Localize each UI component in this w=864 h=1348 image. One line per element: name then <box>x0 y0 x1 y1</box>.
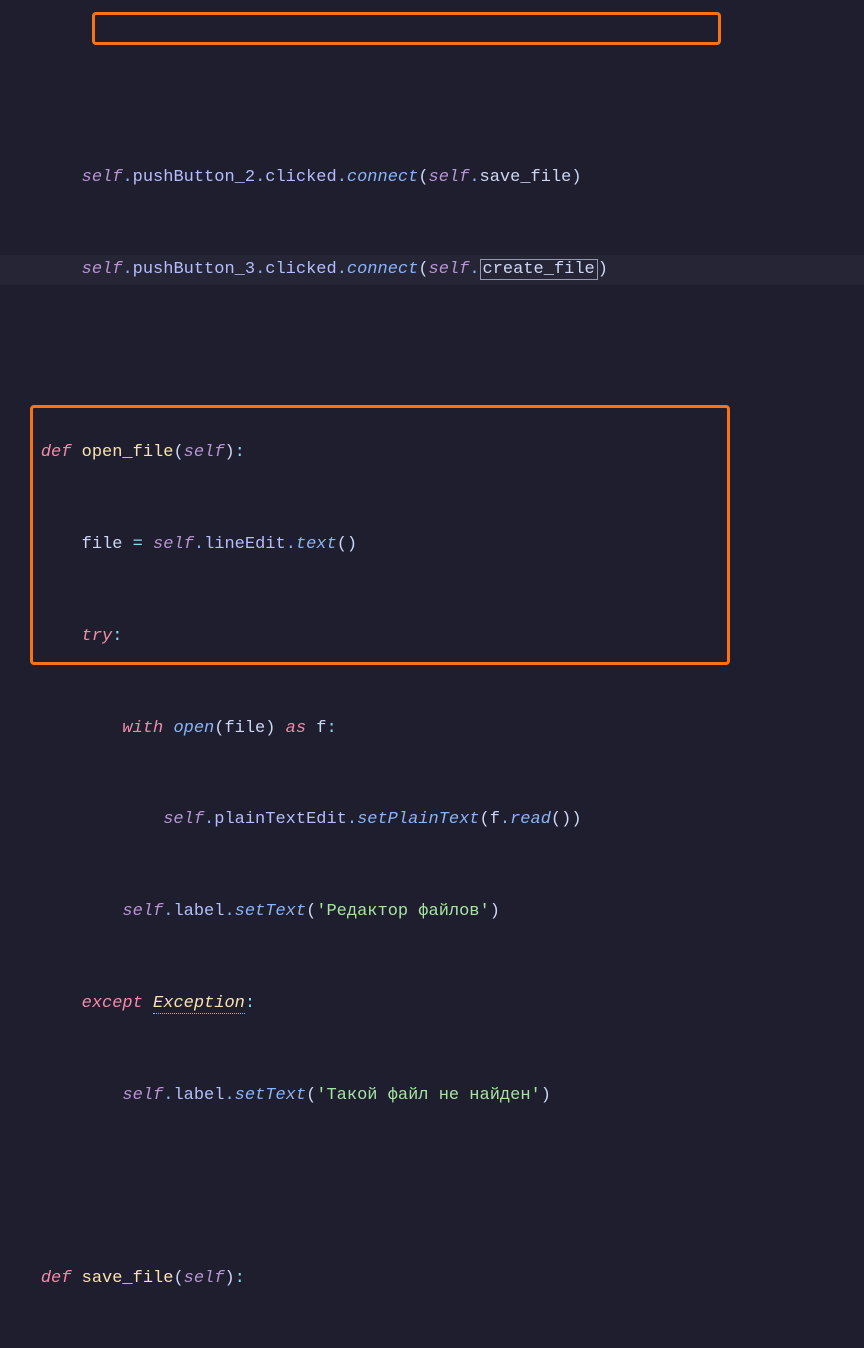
symbol-reference-box: create_file <box>480 259 598 280</box>
code-line-blank[interactable] <box>0 347 864 378</box>
code-line-blank[interactable] <box>0 1173 864 1204</box>
code-line[interactable]: try: <box>0 622 864 653</box>
code-line[interactable]: def save_file(self): <box>0 1264 864 1295</box>
code-line[interactable]: file = self.lineEdit.text() <box>0 530 864 561</box>
code-line[interactable]: except Exception: <box>0 989 864 1020</box>
code-line[interactable]: self.label.setText('Такой файл не найден… <box>0 1081 864 1112</box>
code-line[interactable]: with open(file) as f: <box>0 714 864 745</box>
code-editor[interactable]: self.pushButton_2.clicked.connect(self.s… <box>0 10 864 1348</box>
code-line[interactable]: self.label.setText('Редактор файлов') <box>0 897 864 928</box>
code-line[interactable]: self.pushButton_2.clicked.connect(self.s… <box>0 163 864 194</box>
highlight-box-top <box>92 12 721 45</box>
code-line[interactable]: def open_file(self): <box>0 438 864 469</box>
code-line-current[interactable]: self.pushButton_3.clicked.connect(self.c… <box>0 255 864 286</box>
code-line[interactable]: self.plainTextEdit.setPlainText(f.read()… <box>0 805 864 836</box>
